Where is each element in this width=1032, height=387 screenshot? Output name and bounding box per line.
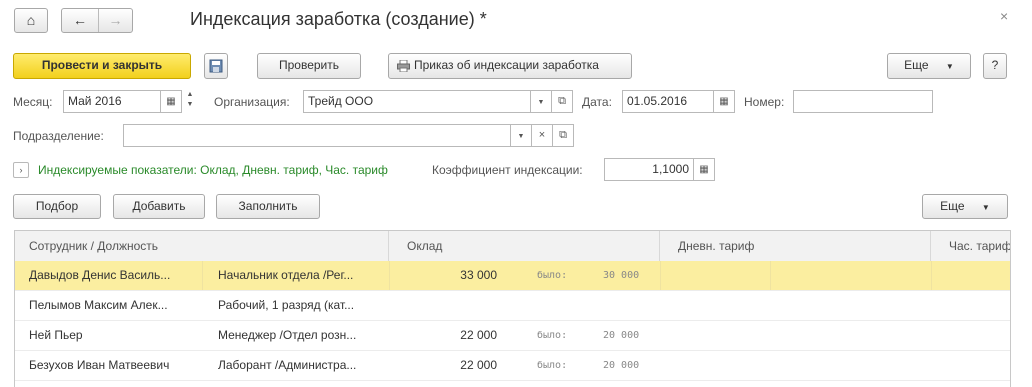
dropdown-arrow-icon: ▼	[981, 203, 990, 212]
chevron-down-icon: ▼	[517, 133, 525, 140]
salary-cell: 22 000	[460, 328, 497, 342]
calculator-icon: ▦	[699, 164, 709, 175]
coefficient-field[interactable]: 1,1000	[604, 158, 694, 181]
salary-cell: 22 000	[460, 358, 497, 372]
chevron-right-icon: ›	[19, 165, 23, 175]
spin-down-icon[interactable]: ▼	[187, 101, 194, 108]
position-cell: Рабочий, 1 разряд (кат...	[218, 298, 355, 312]
department-dropdown[interactable]: ▼	[510, 124, 532, 147]
was-value: 20 000	[603, 360, 640, 371]
row-separator	[202, 261, 203, 290]
position-cell: Начальник отдела /Рег...	[218, 268, 354, 282]
department-label: Подразделение:	[13, 129, 104, 143]
print-order-label: Приказ об индексации заработка	[414, 58, 599, 72]
calculator-button[interactable]: ▦	[693, 158, 715, 181]
date-calendar-button[interactable]: ▦	[713, 90, 735, 113]
was-label: было:	[537, 270, 568, 281]
print-order-button[interactable]: Приказ об индексации заработка	[388, 53, 632, 79]
forward-button[interactable]: →	[98, 9, 133, 32]
fill-button[interactable]: Заполнить	[216, 194, 320, 219]
was-value: 30 000	[603, 270, 640, 281]
chevron-down-icon: ▼	[537, 99, 545, 106]
salary-cell: 33 000	[460, 268, 497, 282]
department-clear[interactable]: ×	[531, 124, 553, 147]
row-separator	[389, 261, 390, 290]
organization-open[interactable]: ⧉	[551, 90, 573, 113]
home-button[interactable]: ⌂	[14, 8, 48, 33]
spin-up-icon[interactable]: ▲	[187, 91, 194, 98]
close-icon[interactable]: ×	[1000, 8, 1008, 24]
table-header: Сотрудник / Должность Оклад Дневн. тариф…	[15, 231, 1010, 262]
check-button[interactable]: Проверить	[257, 53, 361, 79]
employee-cell: Безухов Иван Матвеевич	[29, 358, 170, 372]
month-field[interactable]: Май 2016	[63, 90, 161, 113]
back-button[interactable]: ←	[62, 9, 99, 32]
more-button[interactable]: Еще ▼	[887, 53, 971, 79]
pick-button[interactable]: Подбор	[13, 194, 101, 219]
column-header-employee[interactable]: Сотрудник / Должность	[15, 231, 389, 261]
save-button[interactable]	[204, 53, 228, 79]
back-arrow-icon: ←	[73, 12, 87, 28]
calendar-icon: ▦	[719, 96, 729, 107]
more-label: Еще	[904, 58, 929, 72]
forward-arrow-icon: →	[108, 12, 123, 28]
expand-indexed-button[interactable]: ›	[13, 162, 29, 178]
column-header-salary[interactable]: Оклад	[389, 231, 660, 261]
organization-dropdown[interactable]: ▼	[530, 90, 552, 113]
table-row[interactable]: Безухов Иван Матвеевич Лаборант /Админис…	[15, 351, 1010, 381]
organization-field[interactable]: Трейд ООО	[303, 90, 531, 113]
employees-table: Сотрудник / Должность Оклад Дневн. тариф…	[14, 230, 1011, 387]
column-header-daily-rate[interactable]: Дневн. тариф	[660, 231, 931, 261]
employee-cell: Давыдов Денис Василь...	[29, 268, 171, 282]
number-field[interactable]	[793, 90, 933, 113]
number-label: Номер:	[744, 95, 785, 109]
page-title: Индексация заработка (создание) *	[190, 9, 487, 29]
add-button[interactable]: Добавить	[113, 194, 205, 219]
position-cell: Лаборант /Администра...	[218, 358, 357, 372]
employee-cell: Ней Пьер	[29, 328, 83, 342]
calendar-icon: ▦	[166, 96, 176, 107]
table-more-button[interactable]: Еще ▼	[922, 194, 1008, 219]
dropdown-arrow-icon: ▼	[945, 62, 954, 71]
table-row[interactable]: Пелымов Максим Алек... Рабочий, 1 разряд…	[15, 291, 1010, 321]
was-label: было:	[537, 330, 568, 341]
was-label: было:	[537, 360, 568, 371]
organization-label: Организация:	[214, 95, 290, 109]
post-and-close-button[interactable]: Провести и закрыть	[13, 53, 191, 79]
row-separator	[770, 261, 771, 290]
coefficient-label: Коэффициент индексации:	[432, 163, 583, 177]
printer-icon	[397, 59, 410, 73]
back-forward-group: ← →	[61, 8, 133, 33]
was-value: 20 000	[603, 330, 640, 341]
employee-cell: Пелымов Максим Алек...	[29, 298, 168, 312]
open-icon: ⧉	[559, 129, 567, 141]
home-icon: ⌂	[26, 12, 36, 28]
calendar-button[interactable]: ▦	[160, 90, 182, 113]
help-button[interactable]: ?	[983, 53, 1007, 79]
row-separator	[660, 261, 661, 290]
floppy-disk-icon	[209, 59, 223, 73]
indexed-metrics-link[interactable]: Индексируемые показатели: Оклад, Дневн. …	[38, 163, 388, 177]
month-label: Месяц:	[13, 95, 53, 109]
table-more-label: Еще	[940, 199, 965, 213]
department-open[interactable]: ⧉	[552, 124, 574, 147]
column-header-hourly-rate[interactable]: Час. тарифы	[931, 231, 1010, 261]
position-cell: Менеджер /Отдел розн...	[218, 328, 357, 342]
department-field[interactable]	[123, 124, 532, 147]
clear-icon: ×	[538, 129, 546, 141]
right-edge	[1018, 0, 1032, 386]
table-row[interactable]: Давыдов Денис Василь... Начальник отдела…	[15, 261, 1010, 291]
open-icon: ⧉	[558, 95, 566, 107]
date-field[interactable]: 01.05.2016	[622, 90, 714, 113]
row-separator	[931, 261, 932, 290]
month-spinner[interactable]: ▲ ▼	[182, 90, 198, 113]
date-label: Дата:	[582, 95, 612, 109]
table-row[interactable]: Ней Пьер Менеджер /Отдел розн... 22 000 …	[15, 321, 1010, 351]
